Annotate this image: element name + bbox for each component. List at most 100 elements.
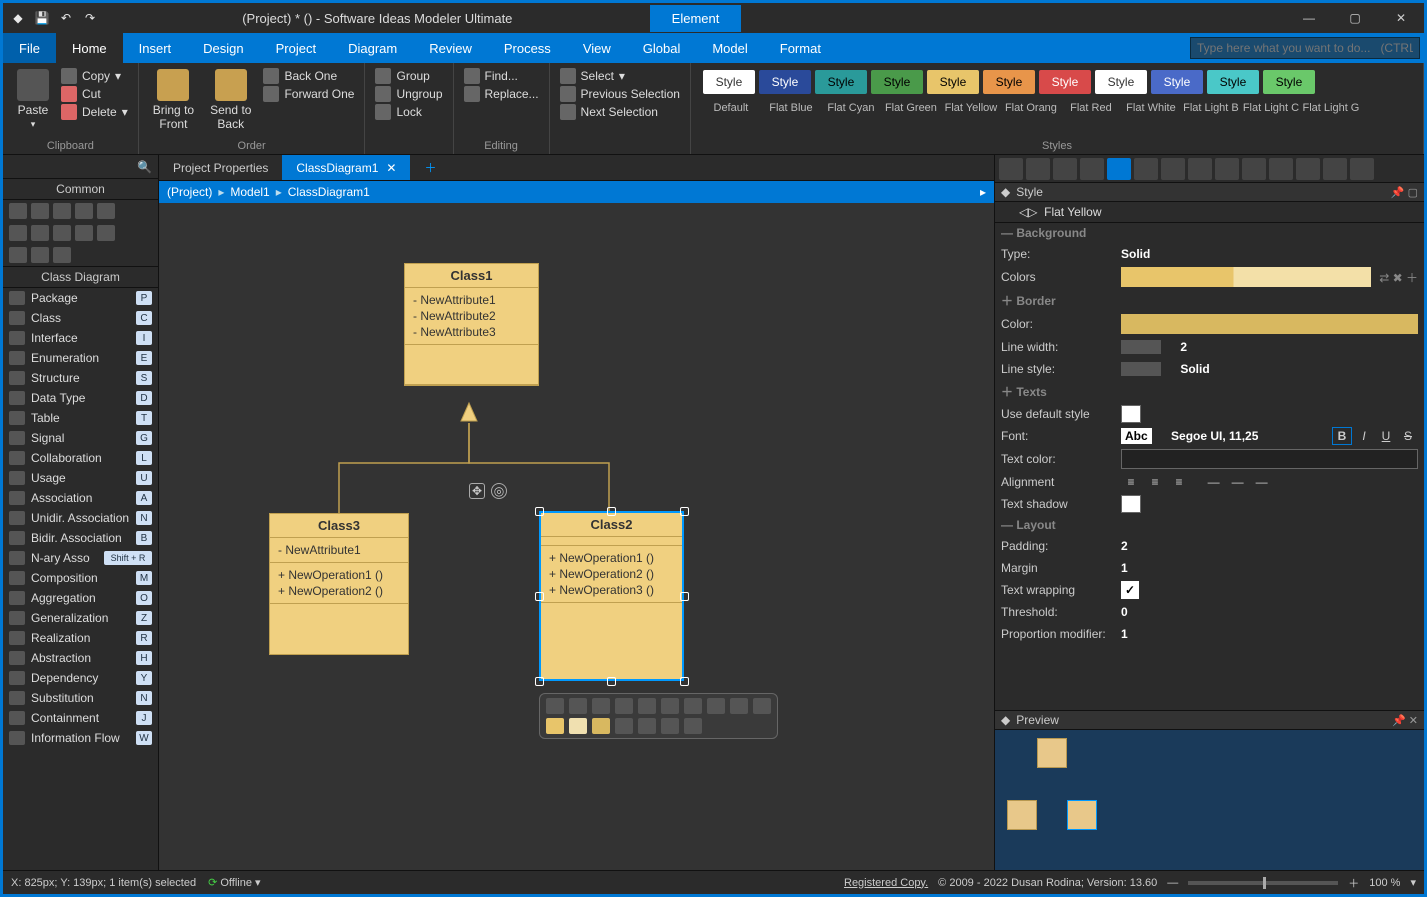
menu-process[interactable]: Process <box>488 33 567 63</box>
context-tab-element[interactable]: Element <box>650 5 742 32</box>
toolbox-item-realization[interactable]: RealizationR <box>3 628 158 648</box>
toolbox-item-enumeration[interactable]: EnumerationE <box>3 348 158 368</box>
new-tab-button[interactable]: ＋ <box>410 155 450 180</box>
style-swatch-flat-green[interactable]: Style <box>871 70 923 94</box>
toolbox-item-dependency[interactable]: DependencyY <box>3 668 158 688</box>
zoom-slider[interactable] <box>1188 881 1338 885</box>
tab-project-properties[interactable]: Project Properties <box>159 155 282 180</box>
toolbox-item-information-flow[interactable]: Information FlowW <box>3 728 158 748</box>
text-color-picker[interactable] <box>1121 449 1418 469</box>
group-button[interactable]: Group <box>375 67 442 85</box>
wrapping-checkbox[interactable]: ✓ <box>1121 581 1139 599</box>
use-default-checkbox[interactable] <box>1121 405 1141 423</box>
strike-button[interactable]: S <box>1398 427 1418 445</box>
prev-selection-button[interactable]: Previous Selection <box>560 85 680 103</box>
rotate-icon[interactable]: ◎ <box>491 483 507 499</box>
toolbox-item-abstraction[interactable]: AbstractionH <box>3 648 158 668</box>
style-gallery[interactable]: StyleStyleStyleStyleStyleStyleStyleStyle… <box>701 67 1413 94</box>
rect-tool[interactable] <box>75 203 93 219</box>
resize-handle[interactable] <box>607 507 616 516</box>
copy-button[interactable]: Copy ▾ <box>61 67 128 85</box>
common-header[interactable]: Common <box>3 179 158 200</box>
section-texts[interactable]: ＋ Texts <box>995 380 1424 403</box>
toolbox-item-composition[interactable]: CompositionM <box>3 568 158 588</box>
replace-button[interactable]: Replace... <box>464 85 539 103</box>
align-center-icon[interactable]: ≡ <box>1145 473 1165 491</box>
save-icon[interactable]: 💾 <box>33 9 51 27</box>
toolbox-item-collaboration[interactable]: CollaborationL <box>3 448 158 468</box>
pointer-tool[interactable] <box>9 203 27 219</box>
delete-button[interactable]: Delete ▾ <box>61 103 128 121</box>
resize-handle[interactable] <box>680 677 689 686</box>
paste-button[interactable]: Paste▾ <box>13 67 53 138</box>
text-tool[interactable] <box>97 203 115 219</box>
redo-icon[interactable]: ↷ <box>81 9 99 27</box>
lock-button[interactable]: Lock <box>375 103 442 121</box>
toolbox-item-table[interactable]: TableT <box>3 408 158 428</box>
back-one-button[interactable]: Back One <box>263 67 354 85</box>
italic-button[interactable]: I <box>1354 427 1374 445</box>
resize-handle[interactable] <box>680 592 689 601</box>
menu-diagram[interactable]: Diagram <box>332 33 413 63</box>
breadcrumb[interactable]: (Project)▸ Model1▸ ClassDiagram1 ▸ <box>159 181 994 203</box>
align-right-icon[interactable]: ≡ <box>1169 473 1189 491</box>
toolbox-item-substitution[interactable]: SubstitutionN <box>3 688 158 708</box>
style-swatch-flat-blue[interactable]: Style <box>759 70 811 94</box>
bold-button[interactable]: B <box>1332 427 1352 445</box>
toolbox-item-unidir-association[interactable]: Unidir. AssociationN <box>3 508 158 528</box>
menu-home[interactable]: Home <box>56 33 123 63</box>
section-layout[interactable]: — Layout <box>995 515 1424 535</box>
zoom-out-button[interactable]: — <box>1167 877 1178 889</box>
menu-review[interactable]: Review <box>413 33 488 63</box>
diagram-canvas[interactable]: Class1 - NewAttribute1- NewAttribute2- N… <box>159 203 994 870</box>
style-swatch-flat-orang[interactable]: Style <box>983 70 1035 94</box>
menu-format[interactable]: Format <box>764 33 837 63</box>
border-color-bar[interactable] <box>1121 314 1418 334</box>
toolbox-item-containment[interactable]: ContainmentJ <box>3 708 158 728</box>
text-shadow-checkbox[interactable] <box>1121 495 1141 513</box>
toolbox-item-bidir-association[interactable]: Bidir. AssociationB <box>3 528 158 548</box>
style-swatch-flat-red[interactable]: Style <box>1039 70 1091 94</box>
minimize-button[interactable]: — <box>1286 3 1332 33</box>
style-swatch-flat-light-b[interactable]: Style <box>1151 70 1203 94</box>
registered-link[interactable]: Registered Copy. <box>844 877 928 889</box>
section-border[interactable]: ＋ Border <box>995 289 1424 312</box>
style-swatch-flat-white[interactable]: Style <box>1095 70 1147 94</box>
class-box-class2[interactable]: Class2 + NewOperation1 ()+ NewOperation2… <box>539 511 684 681</box>
style-swatch-default[interactable]: Style <box>703 70 755 94</box>
colors-bar[interactable] <box>1121 267 1371 287</box>
menu-design[interactable]: Design <box>187 33 259 63</box>
preview-canvas[interactable] <box>995 730 1424 870</box>
move-icon[interactable]: ✥ <box>469 483 485 499</box>
toolbox-item-signal[interactable]: SignalG <box>3 428 158 448</box>
toolbox-item-n-ary-asso[interactable]: N-ary AssoShift + R <box>3 548 158 568</box>
menu-project[interactable]: Project <box>260 33 332 63</box>
menu-insert[interactable]: Insert <box>123 33 188 63</box>
toolbox-item-package[interactable]: PackageP <box>3 288 158 308</box>
send-to-back-button[interactable]: Send to Back <box>206 67 255 138</box>
toolbox-item-data-type[interactable]: Data TypeD <box>3 388 158 408</box>
category-header[interactable]: Class Diagram <box>3 266 158 288</box>
underline-button[interactable]: U <box>1376 427 1396 445</box>
toolbox-item-class[interactable]: ClassC <box>3 308 158 328</box>
maximize-button[interactable]: ▢ <box>1332 3 1378 33</box>
menu-view[interactable]: View <box>567 33 627 63</box>
resize-handle[interactable] <box>535 592 544 601</box>
toolbox-item-usage[interactable]: UsageU <box>3 468 158 488</box>
zoom-tool[interactable] <box>53 203 71 219</box>
bring-to-front-button[interactable]: Bring to Front <box>149 67 198 138</box>
class-box-class1[interactable]: Class1 - NewAttribute1- NewAttribute2- N… <box>404 263 539 386</box>
style-swatch-flat-light-g[interactable]: Style <box>1263 70 1315 94</box>
style-swatch-flat-cyan[interactable]: Style <box>815 70 867 94</box>
resize-handle[interactable] <box>680 507 689 516</box>
find-button[interactable]: Find... <box>464 67 539 85</box>
class-box-class3[interactable]: Class3 - NewAttribute1 + NewOperation1 (… <box>269 513 409 655</box>
toolbox-item-generalization[interactable]: GeneralizationZ <box>3 608 158 628</box>
next-selection-button[interactable]: Next Selection <box>560 103 680 121</box>
toolbox-item-aggregation[interactable]: AggregationO <box>3 588 158 608</box>
connector-handles[interactable]: ✥ ◎ <box>469 483 507 499</box>
undo-icon[interactable]: ↶ <box>57 9 75 27</box>
style-swatch-flat-yellow[interactable]: Style <box>927 70 979 94</box>
toolbox-item-association[interactable]: AssociationA <box>3 488 158 508</box>
menu-model[interactable]: Model <box>696 33 763 63</box>
